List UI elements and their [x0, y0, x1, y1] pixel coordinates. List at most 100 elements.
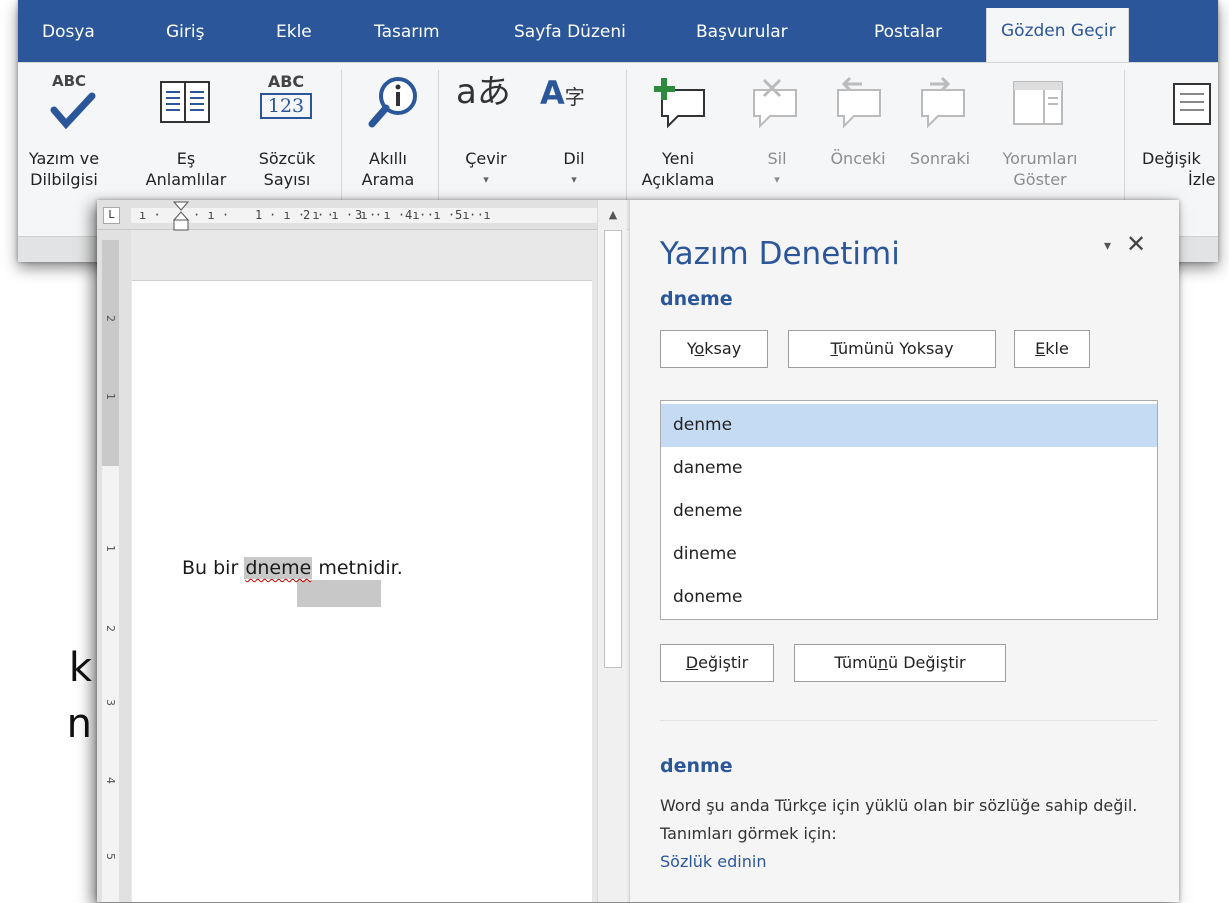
ruler-number: 3: [355, 208, 363, 222]
language-label: Dil: [563, 149, 585, 168]
new-comment-label-1: Yeni: [661, 149, 695, 168]
new-comment-button[interactable]: Yeni Açıklama: [628, 148, 728, 190]
change-label: eğiştir: [698, 653, 749, 672]
next-comment-button[interactable]: Sonraki: [898, 148, 982, 169]
ruler-number: 2: [303, 208, 311, 222]
spelling-grammar-button[interactable]: Yazım ve Dilbilgisi: [18, 148, 110, 190]
background-text: k n: [0, 640, 100, 752]
vertical-ruler[interactable]: 2 1 1 2 3 4 5: [97, 230, 131, 902]
tab-sayfa-duzeni[interactable]: Sayfa Düzeni: [514, 22, 626, 42]
tab-stop-selector[interactable]: L: [103, 207, 120, 224]
document-page[interactable]: Bu bir dneme metnidir.: [132, 280, 592, 902]
scroll-up-arrow-icon[interactable]: ▲: [604, 206, 622, 224]
misspelled-word[interactable]: dneme: [244, 557, 313, 579]
show-comments-label-1: Yorumları: [1002, 149, 1078, 168]
tab-gozden-gecir[interactable]: Gözden Geçir: [986, 8, 1129, 62]
suggestion-item[interactable]: daneme: [661, 447, 1157, 490]
delete-comment-icon: [753, 78, 797, 129]
ruler-number: 5: [104, 853, 117, 860]
ignore-all-label: ümünü Yoksay: [838, 339, 954, 358]
ignore-label-part: ksay: [704, 339, 742, 358]
ruler-ticks: · ı ·: [193, 208, 230, 222]
ruler-number: 1: [255, 208, 263, 222]
word-count-button[interactable]: Sözcük Sayısı: [240, 148, 334, 190]
translate-label: Çevir: [465, 149, 507, 168]
pane-divider: [660, 720, 1158, 721]
word-count-label-2: Sayısı: [263, 170, 311, 189]
selection-highlight: [297, 580, 381, 607]
ribbon-separator: [438, 70, 439, 200]
close-icon[interactable]: ✕: [1126, 230, 1146, 258]
definition-text: Word şu anda Türkçe için yüklü olan bir …: [660, 796, 1138, 843]
pane-title: Yazım Denetimi: [660, 236, 900, 272]
add-button[interactable]: Ekle: [1014, 330, 1090, 368]
ignore-button[interactable]: Yoksay: [660, 330, 768, 368]
new-comment-label-2: Açıklama: [641, 170, 715, 189]
thesaurus-button[interactable]: Eş Anlamlılar: [128, 148, 244, 190]
get-dictionary-link[interactable]: Sözlük edinin: [660, 852, 766, 871]
change-all-accesskey: n: [877, 653, 888, 672]
ribbon-tab-bar: Dosya Giriş Ekle Tasarım Sayfa Düzeni Ba…: [18, 0, 1218, 62]
ruler-ticks: ı ·: [139, 208, 161, 222]
suggestion-item[interactable]: dineme: [661, 533, 1157, 576]
suggestion-item[interactable]: deneme: [661, 490, 1157, 533]
ignore-all-accesskey: T: [830, 339, 839, 358]
tab-tasarim[interactable]: Tasarım: [374, 22, 440, 42]
track-changes-icon: [1173, 83, 1211, 125]
spelling-label-2: Dilbilgisi: [30, 170, 98, 189]
change-all-button[interactable]: Tümünü Değiştir: [794, 644, 1006, 682]
language-button[interactable]: Dil ▾: [538, 148, 610, 190]
suggestion-item[interactable]: denme: [661, 404, 1157, 447]
track-changes-label-2: İzle: [1188, 170, 1216, 189]
tab-giris[interactable]: Giriş: [166, 22, 204, 42]
smart-lookup-label-1: Akıllı: [369, 149, 407, 168]
ignore-all-button[interactable]: Tümünü Yoksay: [788, 330, 996, 368]
next-label: Sonraki: [909, 149, 971, 168]
ruler-number: 4: [104, 777, 117, 784]
ribbon-separator: [626, 70, 627, 200]
suggestion-item[interactable]: doneme: [661, 576, 1157, 619]
change-accesskey: D: [685, 653, 699, 672]
ignore-label-accesskey: o: [694, 339, 705, 358]
search-info-icon: [368, 77, 417, 128]
tab-postalar[interactable]: Postalar: [874, 22, 942, 42]
ribbon-separator: [341, 70, 342, 200]
delete-comment-button[interactable]: Sil ▾: [742, 148, 812, 190]
previous-comment-button[interactable]: Önceki: [818, 148, 898, 169]
thesaurus-label-1: Eş: [176, 149, 196, 168]
word-count-icon-top: ABC: [267, 72, 305, 91]
translate-dropdown-icon: ▾: [483, 173, 489, 186]
smart-lookup-button[interactable]: Akıllı Arama: [348, 148, 428, 190]
translate-icon: aあ: [456, 72, 511, 112]
ruler-ticks: · ı: [469, 208, 491, 222]
suggestions-list[interactable]: denme daneme deneme dineme doneme: [660, 400, 1158, 620]
spelling-label-1: Yazım ve: [28, 149, 100, 168]
previous-comment-icon: [837, 76, 881, 129]
word-count-icon: ABC 123: [258, 72, 314, 132]
scrollbar-thumb[interactable]: [604, 230, 622, 668]
show-comments-button[interactable]: Yorumları Göster: [990, 148, 1090, 190]
show-comments-label-2: Göster: [1013, 170, 1067, 189]
horizontal-ruler[interactable]: L ı · · ı · 1 · ı · ı · 2 · ı · ı · 3 · …: [97, 200, 629, 231]
text-after: metnidir.: [312, 557, 403, 579]
document-text[interactable]: Bu bir dneme metnidir.: [182, 557, 403, 579]
spelling-icon-text: ABC: [52, 72, 87, 90]
ruler-number: 5: [455, 208, 463, 222]
ribbon-separator: [1124, 70, 1125, 200]
text-before: Bu bir: [182, 557, 245, 579]
translate-button[interactable]: Çevir ▾: [450, 148, 522, 190]
next-comment-icon: [921, 76, 965, 129]
ruler-number: 3: [104, 699, 117, 706]
tab-dosya[interactable]: Dosya: [42, 22, 95, 42]
vertical-scrollbar[interactable]: ▲: [597, 200, 627, 902]
misspelled-word-label: dneme: [660, 288, 733, 310]
indent-marker-icon[interactable]: [171, 200, 191, 248]
tab-basvurular[interactable]: Başvurular: [696, 22, 788, 42]
word-count-icon-bottom: 123: [260, 93, 312, 119]
tab-ekle[interactable]: Ekle: [276, 22, 312, 42]
ruler-number: 4: [405, 208, 413, 222]
pane-menu-icon[interactable]: ▾: [1104, 238, 1111, 254]
vertical-ruler-margin: [102, 240, 119, 466]
track-changes-button[interactable]: Değişik İzle: [1142, 148, 1218, 190]
change-button[interactable]: Değiştir: [660, 644, 774, 682]
